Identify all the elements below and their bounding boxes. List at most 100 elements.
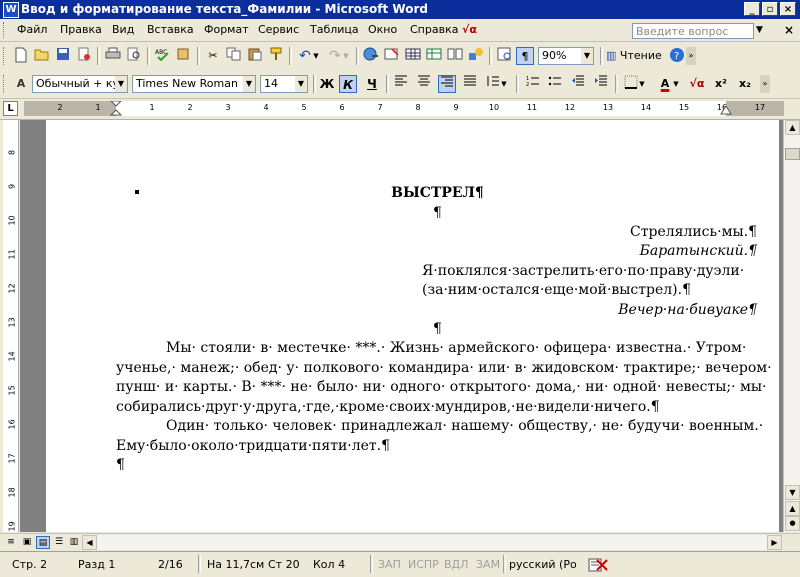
new-document-icon[interactable] xyxy=(12,47,30,65)
status-line[interactable]: Ст 20 xyxy=(268,558,300,571)
open-folder-icon[interactable] xyxy=(33,47,51,65)
toolbar-grip[interactable] xyxy=(3,22,7,38)
empty-paragraph[interactable]: ¶ xyxy=(46,320,779,339)
print-preview-icon[interactable] xyxy=(125,47,143,65)
toolbar-grip[interactable] xyxy=(3,47,7,65)
zoom-select[interactable]: 90% ▼ xyxy=(538,47,594,65)
redo-dropdown-icon[interactable]: ▼ xyxy=(342,47,350,65)
document-page[interactable]: ВЫСТРЕЛ¶ ¶ Стрелялись·мы.¶ Баратынский.¶… xyxy=(46,120,779,532)
menu-window[interactable]: Окно xyxy=(368,23,397,36)
close-button[interactable]: × xyxy=(780,2,796,16)
paragraph-1-line[interactable]: Мы· стояли· в· местечке· ***.· Жизнь· ар… xyxy=(166,339,746,358)
cut-icon[interactable]: ✂ xyxy=(204,47,222,65)
epigraph-1-author[interactable]: Баратынский.¶ xyxy=(640,242,757,261)
paragraph-2-line[interactable]: Ему·было·около·тридцати·пяти·лет.¶ xyxy=(116,437,390,456)
bold-button[interactable]: Ж xyxy=(318,75,336,93)
empty-paragraph[interactable]: ¶ xyxy=(116,456,125,475)
font-color-dropdown-icon[interactable]: ▼ xyxy=(672,75,680,93)
document-area[interactable]: ВЫСТРЕЛ¶ ¶ Стрелялись·мы.¶ Баратынский.¶… xyxy=(20,120,783,532)
horizontal-ruler[interactable]: 2 1 1 2 3 4 5 6 7 8 9 10 11 12 13 14 15 16 17 xyxy=(24,101,784,116)
empty-paragraph[interactable]: ¶ xyxy=(46,204,779,223)
scroll-down-icon[interactable]: ▼ xyxy=(785,485,800,500)
toolbar-options-chevron-icon[interactable]: » xyxy=(760,75,770,93)
status-page[interactable]: Стр. 2 xyxy=(12,558,47,571)
font-size-select[interactable]: 14 ▼ xyxy=(260,75,308,93)
chevron-down-icon[interactable]: ▼ xyxy=(295,76,307,92)
increase-indent-icon[interactable] xyxy=(592,75,610,93)
spelling-check-icon[interactable] xyxy=(588,558,610,575)
font-select[interactable]: Times New Roman ▼ xyxy=(132,75,256,93)
formula-icon[interactable]: √α xyxy=(686,75,708,93)
menu-edit[interactable]: Правка xyxy=(60,23,102,36)
scroll-right-icon[interactable]: ▶ xyxy=(767,535,782,550)
epigraph-1-text[interactable]: Стрелялись·мы.¶ xyxy=(630,223,757,242)
toolbar-options-chevron-icon[interactable]: » xyxy=(686,47,696,65)
status-language[interactable]: русский (Ро xyxy=(509,558,577,571)
scroll-left-icon[interactable]: ◀ xyxy=(82,535,97,550)
reading-view-icon[interactable]: ▥ xyxy=(67,536,81,549)
line-spacing-dropdown-icon[interactable]: ▼ xyxy=(500,75,508,93)
toolbar-grip[interactable] xyxy=(3,75,7,93)
format-painter-icon[interactable] xyxy=(267,47,285,65)
underline-button[interactable]: Ч xyxy=(363,75,381,93)
undo-dropdown-icon[interactable]: ▼ xyxy=(312,47,320,65)
outline-view-icon[interactable]: ☰ xyxy=(52,536,66,549)
justify-icon[interactable] xyxy=(461,75,479,93)
help-icon[interactable]: ? xyxy=(668,47,686,65)
menu-table[interactable]: Таблица xyxy=(310,23,359,36)
columns-icon[interactable] xyxy=(446,47,464,65)
copy-icon[interactable] xyxy=(225,47,243,65)
permission-icon[interactable] xyxy=(75,47,93,65)
italic-button[interactable]: К xyxy=(339,75,357,93)
reading-layout-button[interactable]: ▥ Чтение xyxy=(606,47,666,65)
print-icon[interactable] xyxy=(104,47,122,65)
hyperlink-icon[interactable] xyxy=(362,47,380,65)
show-formatting-marks-button[interactable]: ¶ xyxy=(516,47,534,65)
research-icon[interactable] xyxy=(175,47,193,65)
styles-formatting-icon[interactable]: A xyxy=(12,75,30,93)
epigraph-2-author[interactable]: Вечер·на·бивуаке¶ xyxy=(618,301,757,320)
browse-object-icon[interactable]: ● xyxy=(785,516,800,531)
menu-tools[interactable]: Сервис xyxy=(258,23,299,36)
ask-dropdown-arrow-icon[interactable]: ▼ xyxy=(756,25,763,35)
chevron-down-icon[interactable]: ▼ xyxy=(115,76,127,92)
style-select[interactable]: Обычный + кур ▼ xyxy=(32,75,128,93)
paragraph-1-line[interactable]: собирались·друг·у·друга,·где,·кроме·свои… xyxy=(116,398,660,417)
minimize-button[interactable]: _ xyxy=(744,2,760,16)
menu-insert[interactable]: Вставка xyxy=(147,23,194,36)
previous-page-icon[interactable]: ▲ xyxy=(785,501,800,516)
menu-help[interactable]: Справка xyxy=(410,23,458,36)
vertical-ruler[interactable]: 8 9 10 11 12 13 14 15 16 17 18 19 xyxy=(3,120,19,532)
align-right-icon[interactable] xyxy=(438,75,456,93)
save-icon[interactable] xyxy=(54,47,72,65)
status-position[interactable]: На 11,7см xyxy=(207,558,264,571)
indent-marker-icon[interactable] xyxy=(110,101,122,116)
story-title[interactable]: ВЫСТРЕЛ¶ xyxy=(46,184,779,203)
document-map-icon[interactable] xyxy=(496,47,514,65)
subscript-button[interactable]: x₂ xyxy=(736,75,754,93)
insert-table-icon[interactable] xyxy=(404,47,422,65)
print-layout-icon[interactable]: ▤ xyxy=(36,536,50,549)
chevron-down-icon[interactable]: ▼ xyxy=(243,76,255,92)
align-center-icon[interactable] xyxy=(415,75,433,93)
status-record-macro[interactable]: ЗАП xyxy=(378,558,401,571)
horizontal-scrollbar[interactable]: ◀ ▶ xyxy=(82,535,782,550)
ask-question-input[interactable]: Введите вопрос xyxy=(632,23,754,39)
status-overtype[interactable]: ЗАМ xyxy=(476,558,500,571)
vertical-scrollbar[interactable]: ▲ ▼ ▲ ● xyxy=(783,120,800,532)
menu-format[interactable]: Формат xyxy=(204,23,249,36)
superscript-button[interactable]: x² xyxy=(712,75,730,93)
bullets-icon[interactable] xyxy=(546,75,564,93)
align-left-icon[interactable] xyxy=(392,75,410,93)
normal-view-icon[interactable]: ≡ xyxy=(4,536,18,549)
word-app-icon[interactable]: W xyxy=(3,2,19,18)
decrease-indent-icon[interactable] xyxy=(569,75,587,93)
spelling-icon[interactable]: ABC xyxy=(154,47,172,65)
insert-excel-icon[interactable] xyxy=(425,47,443,65)
paragraph-1-line[interactable]: ученье,· манеж;· обед· у· полкового· ком… xyxy=(116,359,772,378)
status-track-changes[interactable]: ИСПР xyxy=(408,558,439,571)
chevron-down-icon[interactable]: ▼ xyxy=(581,48,593,64)
close-document-button[interactable]: × xyxy=(784,23,794,37)
menu-file[interactable]: Файл xyxy=(17,23,47,36)
scroll-up-icon[interactable]: ▲ xyxy=(785,120,800,135)
